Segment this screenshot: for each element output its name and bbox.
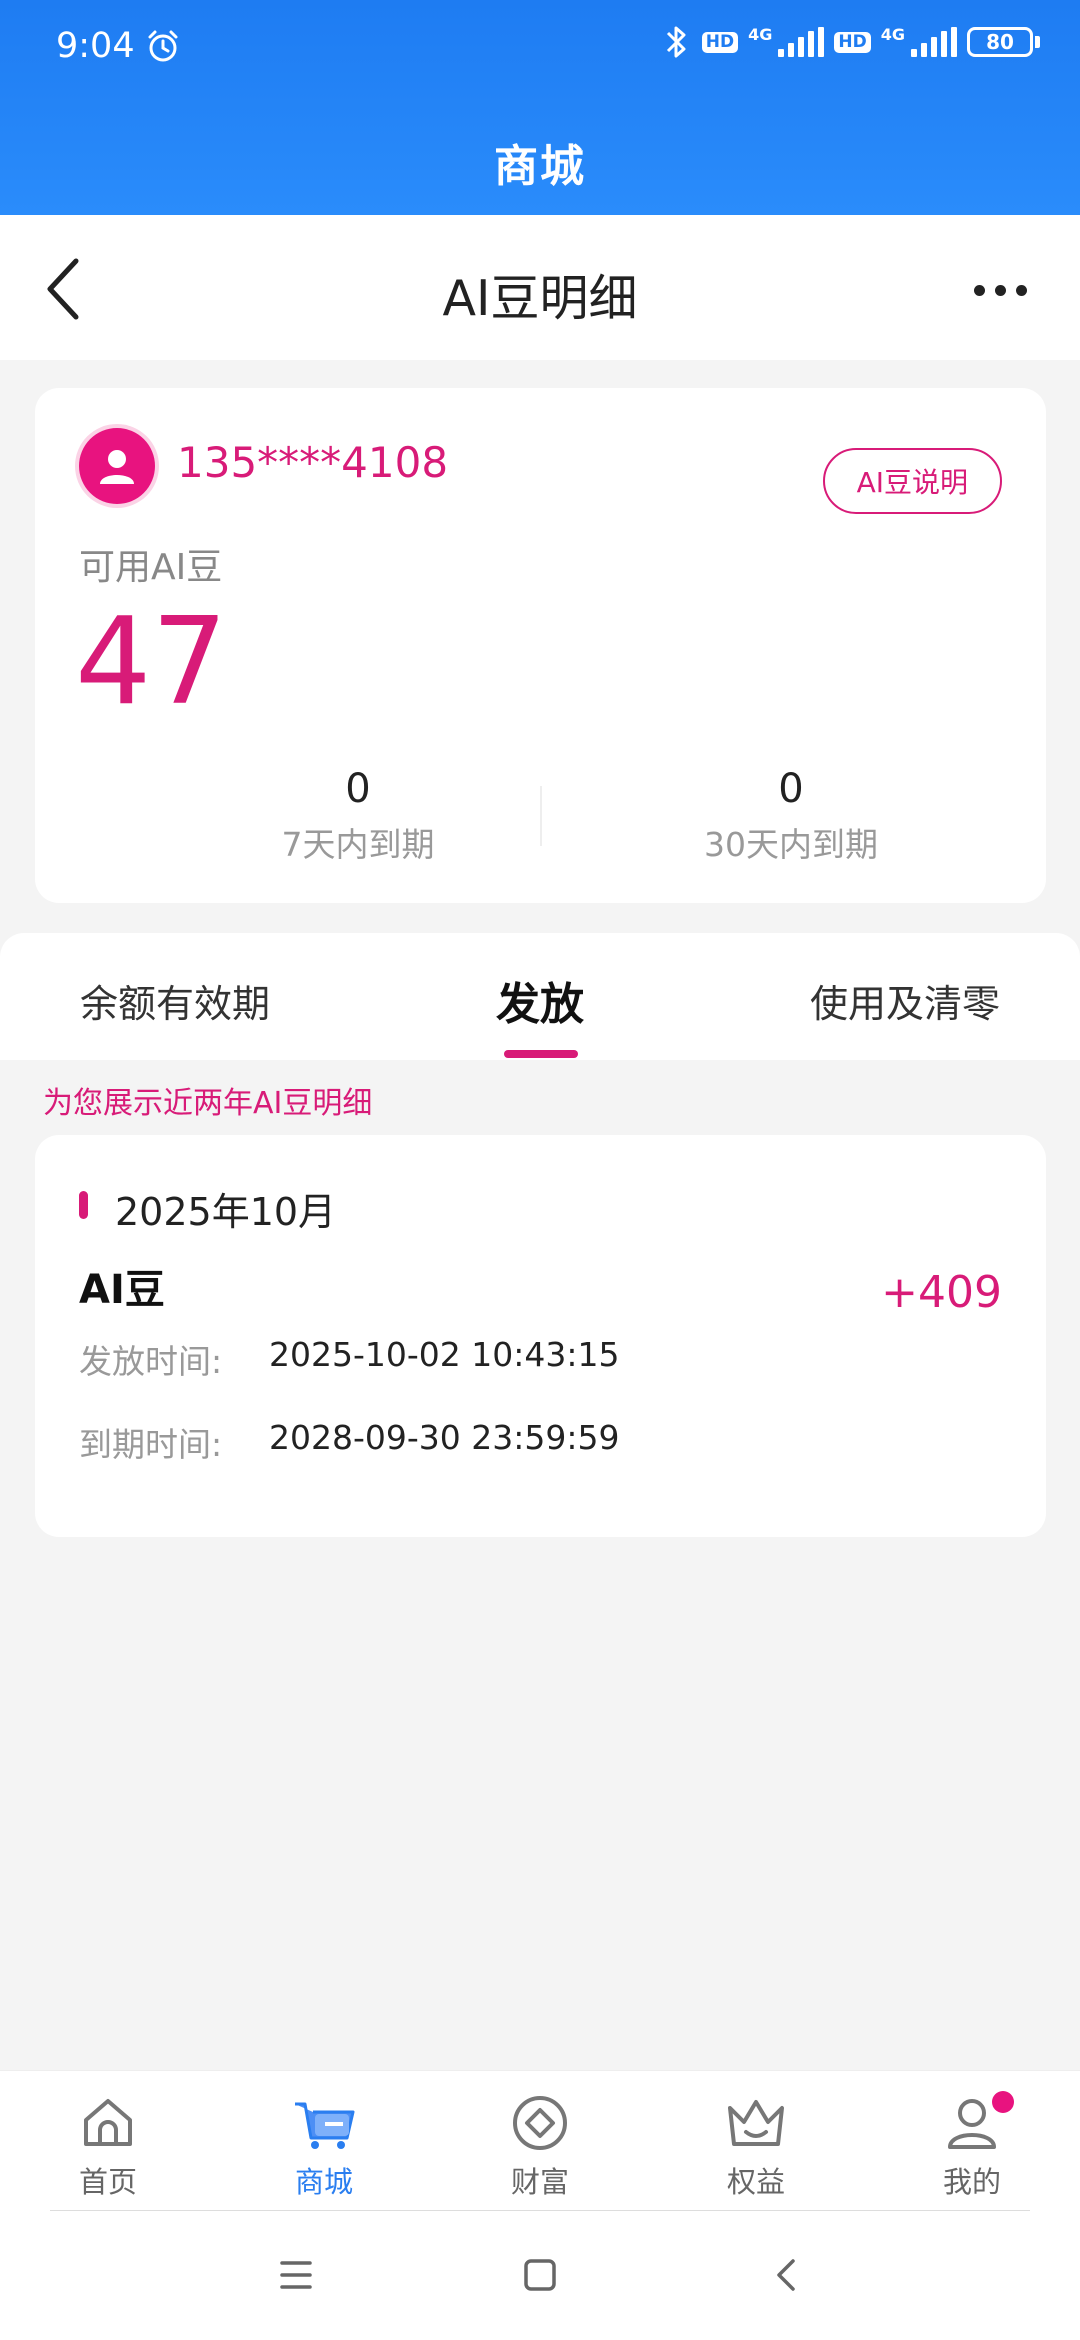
expiry-7-days: 0 7天内到期 <box>158 766 558 866</box>
battery-icon: 80 <box>967 27 1040 57</box>
menu-icon <box>280 2261 312 2289</box>
back-system-button[interactable] <box>746 2245 826 2305</box>
nav-home[interactable]: 首页 <box>28 2091 188 2201</box>
hd-badge-2: HD <box>834 31 871 53</box>
issue-time-row: 发放时间: 2025-10-02 10:43:15 <box>79 1335 619 1383</box>
status-icons: HD 4G HD 4G 80 <box>662 22 1040 62</box>
bottom-navigation: 首页 商城 财富 权益 我的 <box>0 2070 1080 2210</box>
expire-time-row: 到期时间: 2028-09-30 23:59:59 <box>79 1418 619 1466</box>
alarm-icon <box>145 28 181 64</box>
notice-text: 为您展示近两年AI豆明细 <box>43 1086 373 1121</box>
expiry-7-label: 7天内到期 <box>281 825 435 864</box>
active-tab-indicator <box>504 1050 578 1058</box>
nav-mall[interactable]: 商城 <box>244 2091 404 2201</box>
available-label: 可用AI豆 <box>79 547 223 588</box>
issue-time-label: 发放时间: <box>79 1342 223 1381</box>
issue-time-value: 2025-10-02 10:43:15 <box>269 1335 620 1374</box>
network-type: 4G <box>748 25 773 44</box>
nav-benefits[interactable]: 权益 <box>676 2091 836 2201</box>
app-header: 9:04 HD 4G HD 4G 80 商城 <box>0 0 1080 215</box>
divider <box>540 786 542 846</box>
mall-title: 商城 <box>494 141 586 192</box>
signal-icon-2 <box>911 27 957 57</box>
battery-level: 80 <box>967 27 1033 57</box>
available-value: 47 <box>75 593 228 732</box>
tab-usage-clear[interactable]: 使用及清零 <box>810 973 1000 1028</box>
wealth-icon <box>460 2091 620 2155</box>
tab-issue-hit-area[interactable] <box>460 953 620 1053</box>
phone-number: 135****4108 <box>177 438 449 487</box>
recent-apps-button[interactable] <box>256 2245 336 2305</box>
bluetooth-icon <box>662 22 692 62</box>
nav-mine[interactable]: 我的 <box>892 2091 1052 2201</box>
mall-icon <box>244 2091 404 2155</box>
avatar <box>79 428 155 504</box>
expiry-7-value: 0 <box>345 766 371 812</box>
system-navigation-bar <box>0 2210 1080 2340</box>
status-time: 9:04 <box>56 26 181 66</box>
notification-dot <box>992 2091 1014 2113</box>
page-title: AI豆明细 <box>442 270 638 327</box>
more-options-button[interactable] <box>960 265 1040 315</box>
nav-wealth-label: 财富 <box>510 2165 569 2199</box>
expire-time-value: 2028-09-30 23:59:59 <box>269 1418 620 1457</box>
more-dot-icon <box>973 284 985 296</box>
square-icon <box>524 2259 556 2291</box>
expire-time-label: 到期时间: <box>79 1425 223 1464</box>
tab-balance-validity[interactable]: 余额有效期 <box>80 973 270 1028</box>
more-dot-icon <box>994 284 1006 296</box>
record-name: AI豆 <box>79 1267 165 1313</box>
record-card: 2025年10月 AI豆 +409 发放时间: 2025-10-02 10:43… <box>35 1135 1046 1537</box>
back-chevron-icon <box>777 2259 795 2291</box>
home-system-button[interactable] <box>500 2245 580 2305</box>
nav-benefits-label: 权益 <box>726 2165 785 2199</box>
nav-mine-label: 我的 <box>942 2165 1001 2199</box>
user-avatar-icon <box>100 450 134 484</box>
user-icon <box>892 2091 1052 2155</box>
ai-bean-explain-button[interactable]: AI豆说明 <box>822 448 1002 514</box>
nav-wealth[interactable]: 财富 <box>460 2091 620 2201</box>
signal-icon <box>778 27 825 57</box>
navigation-bar: AI豆明细 <box>0 215 1080 360</box>
home-icon <box>28 2091 188 2155</box>
account-summary-card: 135****4108 AI豆说明 可用AI豆 47 0 7天内到期 0 30天… <box>35 388 1046 903</box>
record-amount: +409 <box>881 1267 1002 1318</box>
expiry-30-label: 30天内到期 <box>704 825 878 864</box>
divider <box>50 2210 1030 2211</box>
record-month: 2025年10月 <box>115 1190 337 1234</box>
month-marker <box>79 1191 88 1219</box>
more-dot-icon <box>1015 284 1027 296</box>
nav-home-label: 首页 <box>78 2165 137 2199</box>
nav-mall-label: 商城 <box>294 2165 353 2199</box>
network-type-2: 4G <box>880 25 905 44</box>
expiry-30-value: 0 <box>778 766 804 812</box>
crown-icon <box>676 2091 836 2155</box>
clock-text: 9:04 <box>56 26 135 66</box>
expiry-30-days: 0 30天内到期 <box>591 766 991 866</box>
hd-badge: HD <box>701 31 739 53</box>
tab-bar: 余额有效期 发放 使用及清零 <box>0 933 1080 1060</box>
